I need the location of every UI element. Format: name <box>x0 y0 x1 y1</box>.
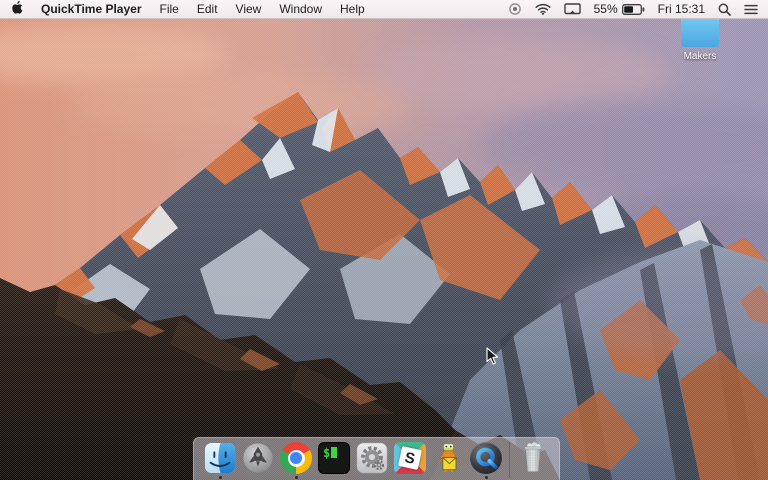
dock: $ S <box>193 437 560 480</box>
system-preferences-gear-icon <box>356 442 388 474</box>
dock-item-quicktime[interactable] <box>467 441 505 479</box>
dock-item-system-preferences[interactable] <box>353 441 391 479</box>
screen-recording-indicator[interactable] <box>508 2 522 16</box>
clock[interactable]: Fri 15:31 <box>658 2 705 16</box>
dock-item-finder[interactable] <box>201 441 239 479</box>
trash-icon <box>524 442 542 472</box>
notification-center-button[interactable] <box>744 4 758 15</box>
desktop-folder-makers[interactable]: Makers <box>672 12 728 62</box>
notification-center-icon <box>744 4 758 14</box>
dock-separator <box>509 442 510 478</box>
dock-item-chrome[interactable] <box>277 441 315 479</box>
dock-item-launchpad[interactable] <box>239 441 277 479</box>
running-indicator <box>484 476 488 479</box>
slack-s-glyph: S <box>403 448 417 468</box>
macos-desktop: QuickTime Player File Edit View Window H… <box>0 0 768 480</box>
slack-icon: S <box>394 442 426 474</box>
apple-menu[interactable] <box>10 0 23 18</box>
menu-item-file[interactable]: File <box>160 2 179 16</box>
folder-label: Makers <box>683 51 717 62</box>
dock-item-slack[interactable]: S <box>391 441 429 479</box>
dock-item-terminal[interactable]: $ <box>315 441 353 479</box>
chrome-icon <box>280 442 312 474</box>
menu-item-window[interactable]: Window <box>279 2 322 16</box>
running-indicator <box>294 476 298 479</box>
quicktime-q-icon <box>470 442 502 474</box>
wifi-icon <box>535 3 551 15</box>
airplay-display-icon <box>563 3 581 15</box>
dock-item-trash[interactable] <box>514 441 552 479</box>
duck-icon <box>439 443 458 473</box>
finder-icon <box>204 442 236 474</box>
menu-item-edit[interactable]: Edit <box>197 2 218 16</box>
airplay-display-status[interactable] <box>563 3 581 15</box>
menu-item-help[interactable]: Help <box>340 2 365 16</box>
sierra-mountain-wallpaper <box>0 19 768 480</box>
battery-status[interactable]: 55% <box>594 2 645 16</box>
menu-item-view[interactable]: View <box>236 2 262 16</box>
battery-icon <box>621 3 644 15</box>
launchpad-rocket-icon <box>243 443 273 473</box>
wifi-status[interactable] <box>535 3 551 15</box>
active-app-menu[interactable]: QuickTime Player <box>41 2 142 16</box>
apple-icon <box>12 0 23 14</box>
terminal-icon: $ <box>318 442 350 474</box>
record-indicator-icon <box>508 3 521 15</box>
dock-item-duck-app[interactable] <box>429 441 467 479</box>
terminal-prompt-glyph: $ <box>323 446 331 460</box>
spotlight-button[interactable] <box>718 3 731 16</box>
folder-icon <box>681 14 719 47</box>
battery-percent-label: 55% <box>593 2 618 16</box>
terminal-cursor-block <box>331 447 338 458</box>
spotlight-icon <box>718 3 731 16</box>
running-indicator <box>218 476 222 479</box>
menu-bar: QuickTime Player File Edit View Window H… <box>0 0 768 19</box>
desktop-wallpaper <box>0 19 768 480</box>
